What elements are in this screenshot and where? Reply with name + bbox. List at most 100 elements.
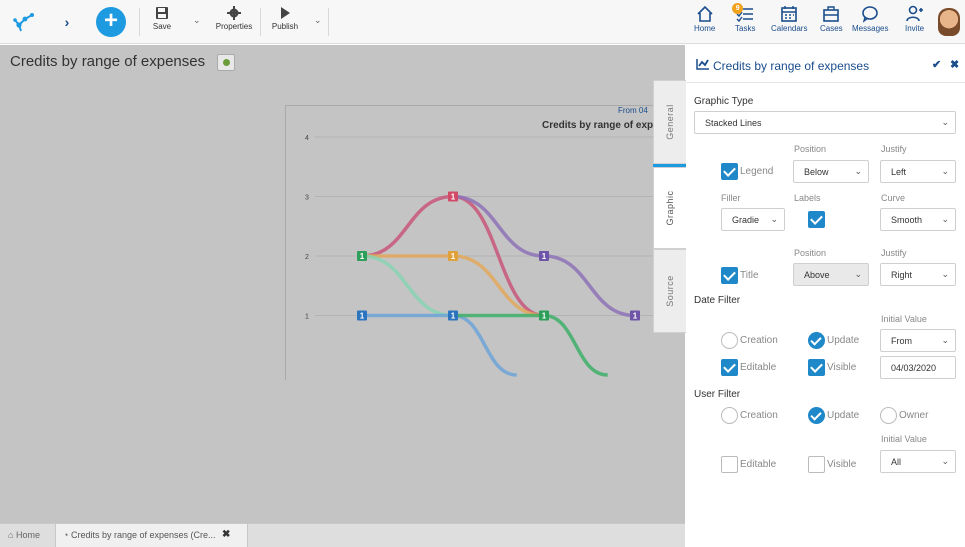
save-dropdown-icon[interactable]: ⌄ bbox=[193, 15, 201, 26]
graphic-type-select[interactable]: Stacked Lines ⌄ bbox=[694, 111, 956, 134]
date-initial-value: From bbox=[891, 336, 912, 346]
date-update-radio[interactable] bbox=[808, 332, 825, 349]
legend-justify-value: Left bbox=[891, 167, 907, 177]
chart-pie-icon: ◔ bbox=[63, 530, 69, 540]
user-initial-value-select[interactable]: All ⌄ bbox=[880, 450, 956, 473]
chat-bubble-icon bbox=[862, 6, 879, 23]
tab-graphic-label: Graphic bbox=[665, 190, 675, 226]
bottom-tabs-bar: ⌂ Home ◔ Credits by range of expenses (C… bbox=[0, 523, 685, 547]
title-option-label: Title bbox=[740, 270, 759, 281]
user-visible-checkbox[interactable] bbox=[808, 456, 825, 473]
data-label: 1 bbox=[542, 252, 547, 261]
properties-label: Properties bbox=[215, 22, 253, 31]
add-user-icon bbox=[905, 5, 923, 22]
bottom-tab-active-label: Credits by range of expenses (Cre... bbox=[70, 530, 216, 540]
user-owner-radio[interactable] bbox=[880, 407, 897, 424]
play-icon bbox=[281, 7, 290, 19]
nav-cases-label: Cases bbox=[820, 24, 843, 33]
publish-dropdown-icon[interactable]: ⌄ bbox=[314, 15, 322, 26]
close-icon[interactable]: ✖ bbox=[222, 529, 230, 540]
avatar[interactable] bbox=[938, 8, 960, 36]
title-checkbox[interactable] bbox=[721, 267, 738, 284]
labels-checkbox[interactable] bbox=[808, 211, 825, 228]
user-initial-value-label: Initial Value bbox=[881, 434, 927, 444]
status-toggle-button[interactable] bbox=[217, 54, 235, 71]
title-position-value: Above bbox=[804, 270, 830, 280]
chart-subtitle: From 04 bbox=[618, 106, 648, 115]
calendar-icon bbox=[781, 6, 798, 22]
add-button[interactable]: + bbox=[96, 7, 126, 37]
title-justify-value: Right bbox=[891, 270, 913, 280]
date-input[interactable]: 04/03/2020 bbox=[880, 356, 956, 379]
chevron-down-icon: ⌄ bbox=[941, 335, 949, 345]
chevron-down-icon: ⌄ bbox=[941, 456, 949, 466]
bottom-tab-active[interactable]: ◔ Credits by range of expenses (Cre... ✖ bbox=[55, 524, 248, 547]
nav-calendars[interactable]: Calendars bbox=[771, 5, 807, 33]
publish-button[interactable]: Publish bbox=[268, 6, 302, 31]
chevron-down-icon: ⌄ bbox=[941, 117, 949, 127]
tab-general-label: General bbox=[665, 104, 675, 140]
save-icon bbox=[156, 7, 168, 19]
date-creation-label: Creation bbox=[740, 335, 778, 346]
top-toolbar: › + Save ⌄ Properties Publish ⌄ Home 9 T… bbox=[0, 0, 965, 44]
confirm-check-icon[interactable]: ✔ bbox=[932, 58, 941, 71]
save-button[interactable]: Save bbox=[148, 6, 176, 31]
home-icon bbox=[697, 5, 713, 22]
panel-header: Credits by range of expenses ✔ ✖ bbox=[686, 45, 965, 83]
toolbar-separator bbox=[328, 8, 329, 36]
nav-tasks[interactable]: 9 Tasks bbox=[732, 3, 755, 33]
gear-icon bbox=[227, 6, 241, 20]
date-visible-checkbox[interactable] bbox=[808, 359, 825, 376]
curve-select[interactable]: Smooth ⌄ bbox=[880, 208, 956, 231]
filler-select[interactable]: Gradie ⌄ bbox=[721, 208, 785, 231]
nav-messages[interactable]: Messages bbox=[852, 5, 888, 33]
publish-label: Publish bbox=[271, 22, 299, 31]
filler-value: Gradie bbox=[732, 215, 760, 225]
bottom-tab-home-label: Home bbox=[15, 530, 40, 540]
status-dot-icon bbox=[223, 59, 230, 66]
nav-invite-label: Invite bbox=[905, 24, 925, 33]
graphic-type-label: Graphic Type bbox=[694, 96, 754, 107]
title-position-label: Position bbox=[794, 248, 827, 258]
properties-button[interactable]: Properties bbox=[212, 6, 256, 31]
user-update-label: Update bbox=[827, 410, 860, 421]
app-logo-icon[interactable] bbox=[12, 10, 36, 34]
bottom-tab-home[interactable]: ⌂ Home bbox=[8, 530, 40, 540]
data-label: 1 bbox=[451, 193, 456, 202]
data-label: 1 bbox=[451, 252, 456, 261]
user-owner-label: Owner bbox=[899, 410, 929, 421]
title-justify-label: Justify bbox=[881, 248, 907, 258]
user-editable-checkbox[interactable] bbox=[721, 456, 738, 473]
graphic-type-value: Stacked Lines bbox=[705, 118, 762, 128]
date-creation-radio[interactable] bbox=[721, 332, 738, 349]
properties-panel: Credits by range of expenses ✔ ✖ Graphic… bbox=[686, 45, 965, 547]
y-tick-label: 2 bbox=[305, 254, 309, 261]
tab-source-label: Source bbox=[665, 275, 675, 307]
toolbar-separator bbox=[260, 8, 261, 36]
legend-position-select[interactable]: Below ⌄ bbox=[793, 160, 869, 183]
date-initial-value-select[interactable]: From ⌄ bbox=[880, 329, 956, 352]
user-creation-label: Creation bbox=[740, 410, 778, 421]
y-tick-label: 4 bbox=[305, 135, 309, 142]
nav-home[interactable]: Home bbox=[694, 5, 715, 33]
tab-general[interactable]: General bbox=[653, 80, 686, 164]
date-editable-checkbox[interactable] bbox=[721, 359, 738, 376]
legend-justify-select[interactable]: Left ⌄ bbox=[880, 160, 956, 183]
tab-source[interactable]: Source bbox=[653, 249, 686, 333]
series-line bbox=[361, 313, 517, 377]
legend-position-label: Position bbox=[794, 144, 827, 154]
series-line bbox=[452, 313, 608, 377]
nav-invite[interactable]: Invite bbox=[905, 5, 924, 33]
legend-checkbox[interactable] bbox=[721, 163, 738, 180]
date-initial-value-label: Initial Value bbox=[881, 314, 927, 324]
nav-home-label: Home bbox=[694, 24, 716, 33]
nav-cases[interactable]: Cases bbox=[820, 5, 843, 33]
user-creation-radio[interactable] bbox=[721, 407, 738, 424]
expand-chevron-icon[interactable]: › bbox=[60, 12, 74, 32]
title-justify-select[interactable]: Right ⌄ bbox=[880, 263, 956, 286]
legend-justify-label: Justify bbox=[881, 144, 907, 154]
title-position-select[interactable]: Above ⌄ bbox=[793, 263, 869, 286]
close-icon[interactable]: ✖ bbox=[950, 58, 959, 71]
user-update-radio[interactable] bbox=[808, 407, 825, 424]
tab-graphic[interactable]: Graphic bbox=[653, 167, 686, 249]
